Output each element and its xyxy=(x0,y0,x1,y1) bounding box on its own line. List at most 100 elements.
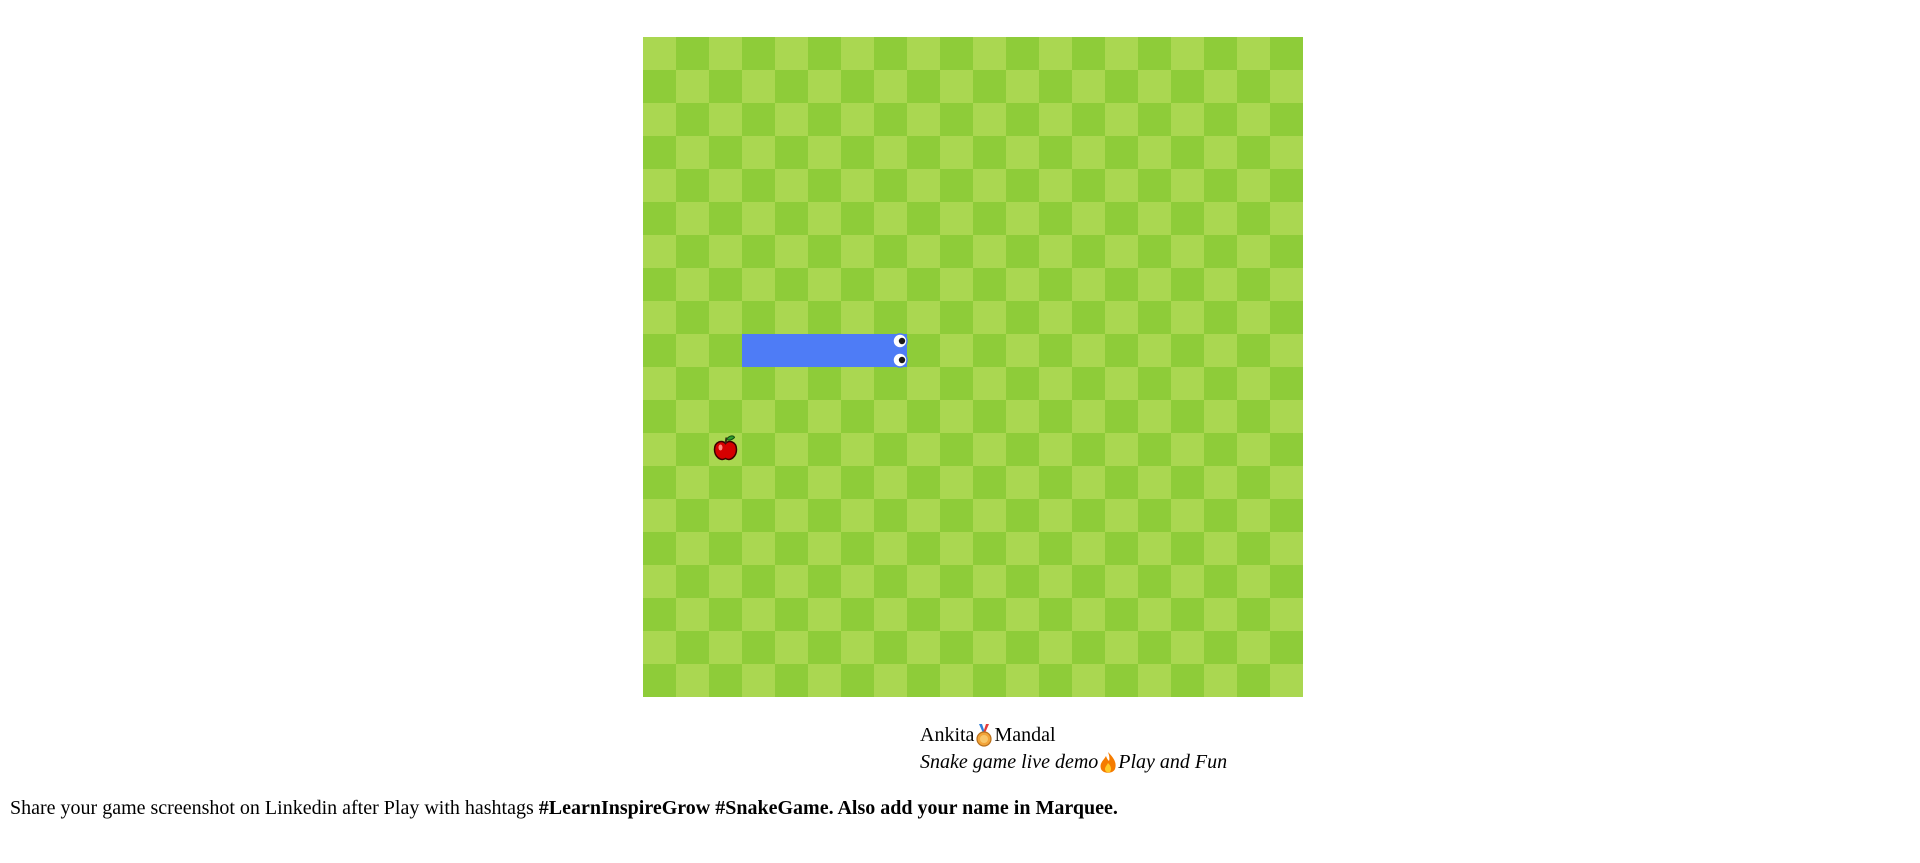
board-tile xyxy=(1138,466,1172,500)
board-tile xyxy=(643,37,677,71)
board-tile xyxy=(973,268,1007,302)
board-tile xyxy=(643,664,677,697)
board-tile xyxy=(1237,301,1271,335)
game-board[interactable] xyxy=(643,37,1303,697)
board-tile xyxy=(907,367,941,401)
board-tile xyxy=(874,70,908,104)
board-tile xyxy=(676,598,710,632)
board-tile xyxy=(841,70,875,104)
board-tile xyxy=(1270,433,1303,467)
board-tile xyxy=(1072,631,1106,665)
board-tile xyxy=(1237,202,1271,236)
board-tile xyxy=(742,631,776,665)
board-tile xyxy=(742,664,776,697)
board-tile xyxy=(808,466,842,500)
board-tile xyxy=(676,268,710,302)
board-tile xyxy=(874,631,908,665)
board-tile xyxy=(1039,235,1073,269)
board-tile xyxy=(1270,598,1303,632)
board-tile xyxy=(1006,136,1040,170)
board-tile xyxy=(841,499,875,533)
board-tile xyxy=(643,433,677,467)
board-tile xyxy=(709,103,743,137)
board-tile xyxy=(973,565,1007,599)
board-tile xyxy=(874,664,908,697)
board-tile xyxy=(643,466,677,500)
author-last-name: Mandal xyxy=(994,724,1056,746)
board-tile xyxy=(1039,598,1073,632)
board-tile xyxy=(940,37,974,71)
board-tile xyxy=(940,301,974,335)
board-tile xyxy=(841,532,875,566)
board-tile xyxy=(1237,565,1271,599)
board-tile xyxy=(1204,235,1238,269)
snake-pupil xyxy=(898,356,906,364)
board-tile xyxy=(1006,301,1040,335)
board-tile xyxy=(1105,136,1139,170)
board-tile xyxy=(643,334,677,368)
board-tile xyxy=(907,565,941,599)
board-tile xyxy=(973,103,1007,137)
board-tile xyxy=(1039,202,1073,236)
board-tile xyxy=(1204,367,1238,401)
board-tile xyxy=(1138,598,1172,632)
board-tile xyxy=(1105,466,1139,500)
board-tile xyxy=(775,70,809,104)
board-tile xyxy=(643,103,677,137)
board-tile xyxy=(940,202,974,236)
board-tile xyxy=(940,631,974,665)
board-tile xyxy=(1072,565,1106,599)
board-tile xyxy=(940,433,974,467)
board-tile xyxy=(1138,367,1172,401)
board-tile xyxy=(1006,400,1040,434)
board-tile xyxy=(1237,400,1271,434)
board-tile xyxy=(1138,433,1172,467)
board-tile xyxy=(676,499,710,533)
board-tile xyxy=(742,169,776,203)
snake-pupil xyxy=(898,337,906,345)
board-tile xyxy=(1006,565,1040,599)
board-tile xyxy=(1270,466,1303,500)
board-tile xyxy=(1006,532,1040,566)
medal-icon xyxy=(976,723,993,747)
board-tile xyxy=(676,334,710,368)
board-tile xyxy=(973,631,1007,665)
board-tile xyxy=(643,532,677,566)
board-tile xyxy=(1138,301,1172,335)
board-tile xyxy=(1138,565,1172,599)
board-tile xyxy=(907,235,941,269)
board-tile xyxy=(1204,70,1238,104)
board-tile xyxy=(676,367,710,401)
board-tile xyxy=(1138,631,1172,665)
share-hashtags: #LearnInspireGrow #SnakeGame. Also add y… xyxy=(538,797,1118,819)
board-tile xyxy=(1072,37,1106,71)
board-tile xyxy=(1171,70,1205,104)
board-tile xyxy=(1006,202,1040,236)
board-tile xyxy=(742,37,776,71)
board-tile xyxy=(1039,565,1073,599)
board-tile xyxy=(808,301,842,335)
board-tile xyxy=(775,136,809,170)
board-tile xyxy=(1105,202,1139,236)
board-tile xyxy=(676,565,710,599)
board-tile xyxy=(775,598,809,632)
board-tile xyxy=(1237,136,1271,170)
board-tile xyxy=(676,433,710,467)
board-tile xyxy=(709,499,743,533)
board-tile xyxy=(973,400,1007,434)
board-tile xyxy=(973,334,1007,368)
board-tile xyxy=(742,598,776,632)
board-tile xyxy=(1039,70,1073,104)
board-tile xyxy=(1171,103,1205,137)
board-tile xyxy=(1270,301,1303,335)
board-tile xyxy=(808,631,842,665)
board-tile xyxy=(1138,334,1172,368)
board-tile xyxy=(841,169,875,203)
board-tile xyxy=(907,169,941,203)
board-tile xyxy=(841,136,875,170)
board-tile xyxy=(775,202,809,236)
board-tile xyxy=(676,37,710,71)
board-tile xyxy=(775,235,809,269)
board-tile xyxy=(1171,169,1205,203)
board-tile xyxy=(874,367,908,401)
